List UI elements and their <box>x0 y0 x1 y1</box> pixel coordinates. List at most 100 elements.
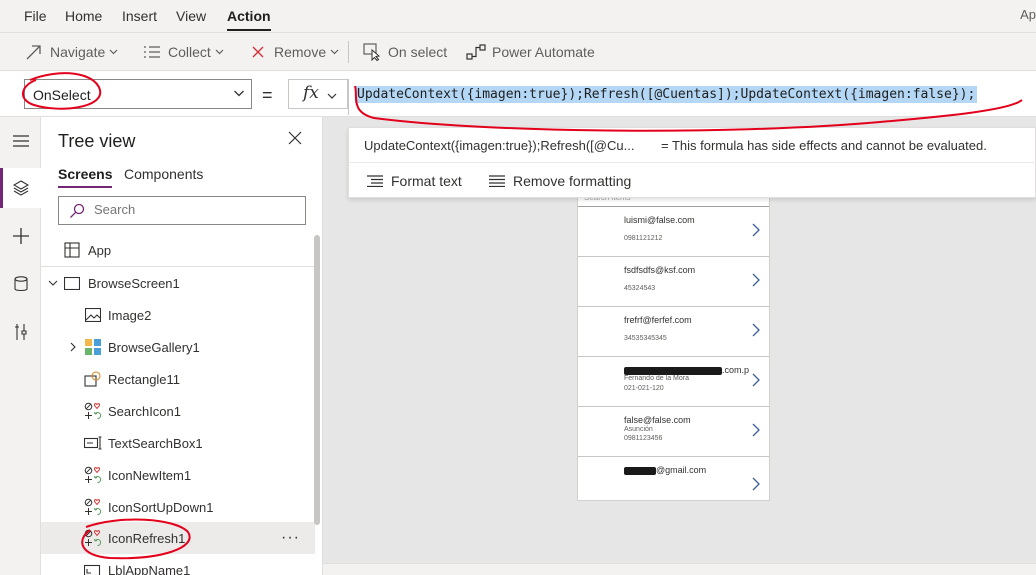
tree-item-label: LblAppName1 <box>108 562 191 575</box>
gallery-search-box[interactable]: Search items <box>578 198 769 207</box>
tree-item-textsearchbox1[interactable]: TextSearchBox1 <box>41 427 315 459</box>
on-select-button[interactable]: On select <box>362 43 447 61</box>
power-automate-label: Power Automate <box>492 44 595 60</box>
tree-item-label: IconSortUpDown1 <box>108 499 214 515</box>
menu-view[interactable]: View <box>176 8 206 24</box>
gallery-row[interactable]: frefrf@ferfef.com 34535345345 <box>578 307 769 357</box>
tree-item-label: BrowseScreen1 <box>88 275 180 291</box>
gallery-row-city: Asunción <box>624 426 653 433</box>
close-tree-button[interactable] <box>288 131 306 149</box>
gallery-row-phone: 0981123456 <box>624 435 663 442</box>
tree-item-iconsortupdown1[interactable]: IconSortUpDown1 <box>41 491 315 523</box>
tree-item-iconnewitem1[interactable]: IconNewItem1 <box>41 459 315 491</box>
gallery-row[interactable]: @gmail.com <box>578 457 769 500</box>
tree-item-iconrefresh1[interactable]: IconRefresh1 ··· <box>41 522 315 554</box>
menu-file[interactable]: File <box>24 8 47 24</box>
navigate-button[interactable]: Navigate <box>24 43 118 61</box>
chevron-right-icon[interactable] <box>752 373 760 390</box>
gallery-row-email-suffix: .com.p <box>722 365 750 375</box>
menu-home[interactable]: Home <box>65 8 102 24</box>
app-screen-preview[interactable]: Search items luismi@false.com 0981121212… <box>577 198 770 501</box>
layers-icon <box>12 180 29 196</box>
tree-item-label: App <box>88 242 112 258</box>
tree-item-label: TextSearchBox1 <box>108 435 203 451</box>
tab-screens[interactable]: Screens <box>58 166 113 188</box>
chevron-right-icon[interactable] <box>752 423 760 440</box>
shape-icon <box>84 370 102 388</box>
icons-icon <box>84 529 102 547</box>
remove-button[interactable]: Remove <box>248 43 339 61</box>
tree-scrollbar[interactable] <box>314 235 320 525</box>
gallery-row-email: @gmail.com <box>624 465 706 475</box>
power-automate-button[interactable]: Power Automate <box>466 43 595 61</box>
tree-item-label: Rectangle11 <box>108 371 181 387</box>
menu-bar: File Home Insert View Action Ap <box>0 0 1036 33</box>
tab-components[interactable]: Components <box>124 166 203 182</box>
format-text-button[interactable]: Format text <box>367 173 462 189</box>
advanced-tools-button[interactable] <box>0 312 41 352</box>
gallery-row[interactable]: .com.p Fernando de la Mora 021-021-120 <box>578 357 769 407</box>
collect-button[interactable]: Collect <box>142 43 224 61</box>
insert-button[interactable] <box>0 216 41 256</box>
more-options-button[interactable]: ··· <box>281 529 300 547</box>
flow-icon <box>466 43 486 61</box>
fx-icon: fx <box>303 83 319 103</box>
chevron-right-icon[interactable] <box>752 323 760 340</box>
tree-item-app[interactable]: App <box>41 234 315 266</box>
formula-preview: UpdateContext({imagen:true});Refresh([@C… <box>364 138 635 153</box>
chevron-down-icon[interactable] <box>47 277 59 289</box>
gallery-row[interactable]: luismi@false.com 0981121212 <box>578 207 769 257</box>
data-button[interactable] <box>0 264 41 304</box>
formula-bar: OnSelect = fx UpdateContext({imagen:true… <box>0 71 1036 117</box>
menu-action[interactable]: Action <box>227 8 271 31</box>
tree-item-lblappname1[interactable]: LblAppName1 <box>41 554 315 575</box>
app-icon <box>63 241 81 259</box>
screen-icon <box>63 274 81 292</box>
chevron-right-icon[interactable] <box>752 273 760 290</box>
chevron-down-icon <box>327 88 337 103</box>
navigate-label: Navigate <box>50 44 106 60</box>
chevron-right-icon[interactable] <box>752 223 760 240</box>
tree-item-label: IconNewItem1 <box>108 467 192 483</box>
tree-item-label: Image2 <box>108 307 152 323</box>
function-button[interactable]: fx <box>288 79 348 109</box>
tree-search-box[interactable] <box>58 196 306 225</box>
tree-item-image2[interactable]: Image2 <box>41 299 315 331</box>
gallery-row-phone: 0981121212 <box>624 235 663 242</box>
icons-icon <box>84 402 102 420</box>
canvas-bottom-bar <box>323 563 1036 575</box>
remove-formatting-icon <box>489 175 505 187</box>
format-text-icon <box>367 175 383 187</box>
gallery-row[interactable]: fsdfsdfs@ksf.com 45324543 <box>578 257 769 307</box>
tree-item-label: SearchIcon1 <box>108 403 181 419</box>
gallery-icon <box>84 338 102 356</box>
remove-formatting-button[interactable]: Remove formatting <box>489 173 631 189</box>
left-rail <box>0 117 41 575</box>
tree-search-input[interactable] <box>94 202 294 217</box>
tree-item-browsescreen1[interactable]: BrowseScreen1 <box>41 267 315 299</box>
chevron-right-icon[interactable] <box>752 477 760 494</box>
hamburger-menu-button[interactable] <box>0 121 41 161</box>
tree-item-label: BrowseGallery1 <box>108 339 200 355</box>
tree-view-title: Tree view <box>58 131 136 151</box>
tree-view-button[interactable] <box>0 168 41 208</box>
arrow-up-right-icon <box>24 43 44 61</box>
gallery-row[interactable]: false@false.com Asunción 0981123456 <box>578 407 769 457</box>
formula-evaluation-row: UpdateContext({imagen:true});Refresh([@C… <box>349 128 1036 163</box>
tree-item-searchicon1[interactable]: SearchIcon1 <box>41 395 315 427</box>
gallery-row-email-suffix: @gmail.com <box>656 465 707 475</box>
tree-item-browsegallery1[interactable]: BrowseGallery1 <box>41 331 315 363</box>
tree-view-panel: Tree view Screens Components App BrowseS… <box>41 117 323 575</box>
menu-insert[interactable]: Insert <box>122 8 157 24</box>
gallery-row-email: .com.p <box>624 365 749 375</box>
ribbon-separator <box>348 41 349 63</box>
formula-input[interactable]: UpdateContext({imagen:true});Refresh([@C… <box>348 79 1036 115</box>
chevron-right-icon[interactable] <box>67 341 79 353</box>
formula-text: UpdateContext({imagen:true});Refresh([@C… <box>355 86 978 103</box>
property-dropdown[interactable]: OnSelect <box>24 79 252 109</box>
close-x-icon <box>248 43 268 61</box>
property-value: OnSelect <box>33 87 91 103</box>
icons-icon <box>84 466 102 484</box>
gallery-row-phone: 34535345345 <box>624 335 667 342</box>
tree-item-rectangle11[interactable]: Rectangle11 <box>41 363 315 395</box>
